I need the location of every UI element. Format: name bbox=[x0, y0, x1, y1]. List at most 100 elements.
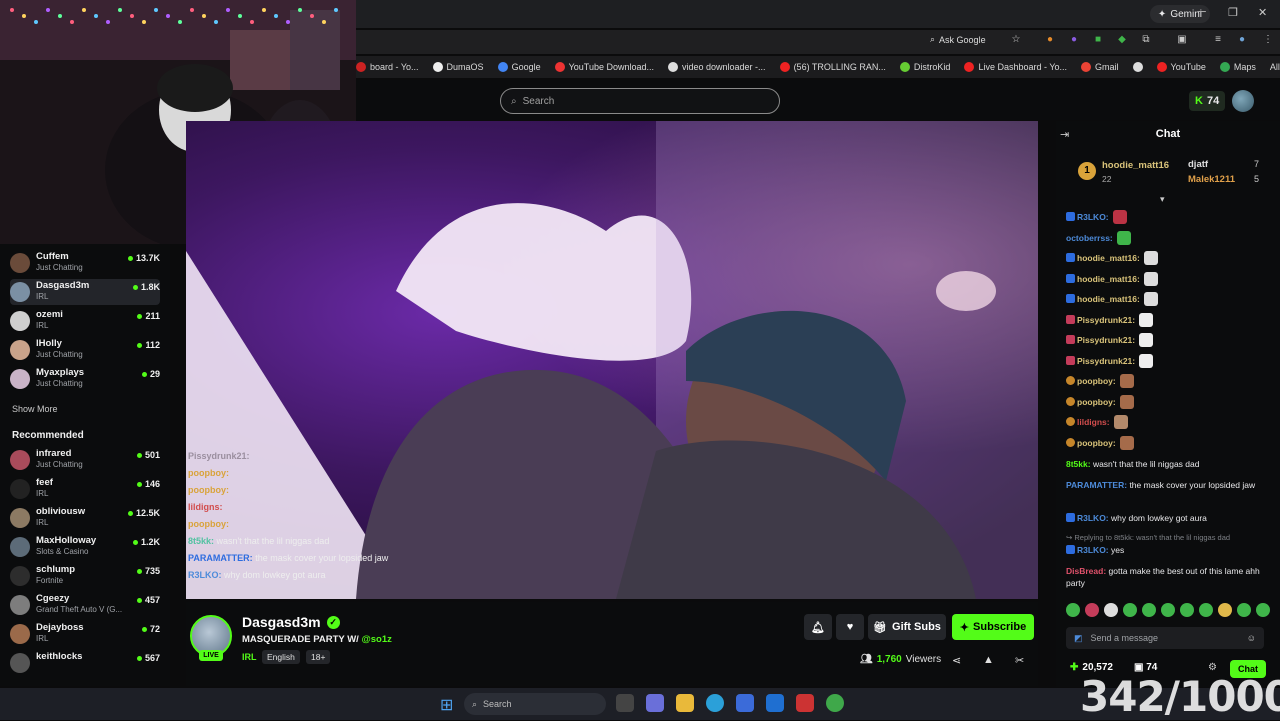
sidebar-channel-lholly[interactable]: lHolly Just Chatting 112 bbox=[10, 337, 160, 363]
chat-message[interactable]: R3LKO: yes bbox=[1066, 544, 1272, 556]
extension-icon[interactable]: ◆ bbox=[1116, 34, 1128, 46]
outlook-icon[interactable] bbox=[766, 694, 784, 712]
report-icon[interactable]: ▲ bbox=[983, 654, 994, 666]
bookmark-item[interactable]: board - Yo... bbox=[356, 62, 419, 72]
show-more-link[interactable]: Show More bbox=[12, 404, 58, 414]
chat-username[interactable]: hoodie_matt16: bbox=[1077, 274, 1140, 284]
chat-username[interactable]: DisBread: bbox=[1066, 566, 1106, 576]
emoji-icon[interactable]: ☺ bbox=[1247, 633, 1256, 643]
tag-language[interactable]: English bbox=[262, 650, 300, 664]
sidebar-channel-myaxplays[interactable]: Myaxplays Just Chatting 29 bbox=[10, 366, 160, 392]
chat-message[interactable]: R3LKO: why dom lowkey got aura bbox=[1066, 512, 1272, 524]
chat-message[interactable]: Pissydrunk21: bbox=[1066, 333, 1272, 347]
leader-name[interactable]: Malek1211 bbox=[1188, 174, 1235, 185]
taskbar-search[interactable]: ⌕ Search bbox=[464, 693, 606, 715]
emote-icon[interactable] bbox=[1104, 603, 1118, 617]
bookmark-item[interactable]: DumaOS bbox=[432, 62, 484, 72]
emote-icon[interactable] bbox=[1199, 603, 1213, 617]
sidebar-channel-infrared[interactable]: infrared Just Chatting 501 bbox=[10, 447, 160, 473]
chat-username[interactable]: octoberrss: bbox=[1066, 233, 1113, 243]
sidebar-channel-maxholloway[interactable]: MaxHolloway Slots & Casino 1.2K bbox=[10, 534, 160, 560]
extension-icon[interactable]: ● bbox=[1044, 34, 1056, 46]
chat-message[interactable]: R3LKO: bbox=[1066, 210, 1272, 224]
windows-start-icon[interactable]: ⊞ bbox=[440, 695, 453, 715]
chat-message[interactable]: lildigns: bbox=[1066, 415, 1272, 429]
chat-message[interactable]: octoberrss: bbox=[1066, 231, 1272, 245]
sidebar-channel-cuffem[interactable]: Cuffem Just Chatting 13.7K bbox=[10, 250, 160, 276]
maximize-icon[interactable]: ❐ bbox=[1228, 6, 1238, 19]
emote-icon[interactable] bbox=[1161, 603, 1175, 617]
puzzle-icon[interactable]: ⧉ bbox=[1140, 34, 1152, 46]
tag-mature[interactable]: 18+ bbox=[306, 650, 331, 664]
sidebar-channel-obliviousw[interactable]: obliviousw IRL 12.5K bbox=[10, 505, 160, 531]
close-icon[interactable]: ✕ bbox=[1258, 6, 1267, 19]
profile-icon[interactable]: ● bbox=[1236, 34, 1248, 46]
chat-username[interactable]: hoodie_matt16: bbox=[1077, 294, 1140, 304]
sidepanel-icon[interactable]: ▣ bbox=[1176, 34, 1188, 46]
emote-icon[interactable] bbox=[1123, 603, 1137, 617]
notifications-button[interactable]: 🔔︎ bbox=[804, 614, 832, 640]
follow-button[interactable]: ♥ bbox=[836, 614, 864, 640]
sidebar-channel-schlump[interactable]: schlump Fortnite 735 bbox=[10, 563, 160, 589]
more-icon[interactable]: ⋮ bbox=[1262, 34, 1274, 46]
emote-icon[interactable] bbox=[1237, 603, 1251, 617]
emote-icon[interactable] bbox=[1066, 603, 1080, 617]
chat-username[interactable]: poopboy: bbox=[1077, 438, 1116, 448]
sidebar-channel-feef[interactable]: feef IRL 146 bbox=[10, 476, 160, 502]
chat-username[interactable]: hoodie_matt16: bbox=[1077, 253, 1140, 263]
sidebar-channel-keithlocks[interactable]: keithlocks 567 bbox=[10, 650, 160, 676]
star-icon[interactable]: ☆ bbox=[1010, 34, 1022, 46]
chat-message[interactable]: DisBread: gotta make the best out of thi… bbox=[1066, 565, 1272, 589]
bookmark-item[interactable]: Google bbox=[497, 62, 541, 72]
chat-username[interactable]: PARAMATTER: bbox=[1066, 480, 1127, 490]
bookmark-item[interactable]: YouTube bbox=[1156, 62, 1206, 72]
subscribe-button[interactable]: ✦ Subscribe bbox=[952, 614, 1034, 640]
extension-icon[interactable]: ● bbox=[1068, 34, 1080, 46]
expand-leaderboard-icon[interactable]: ▾ bbox=[1160, 194, 1165, 205]
chat-message[interactable]: hoodie_matt16: bbox=[1066, 292, 1272, 306]
chrome-icon[interactable] bbox=[826, 694, 844, 712]
bookmark-item[interactable]: Live Dashboard - Yo... bbox=[964, 62, 1067, 72]
chat-username[interactable]: R3LKO: bbox=[1077, 513, 1109, 523]
bookmark-item[interactable]: (56) TROLLING RAN... bbox=[779, 62, 886, 72]
chat-message[interactable]: hoodie_matt16: bbox=[1066, 251, 1272, 265]
gift-subs-button[interactable]: 🎁︎ Gift Subs bbox=[868, 614, 946, 640]
edge-icon[interactable] bbox=[706, 694, 724, 712]
chat-username[interactable]: Pissydrunk21: bbox=[1077, 335, 1135, 345]
store-icon[interactable] bbox=[736, 694, 754, 712]
emote-icon[interactable] bbox=[1180, 603, 1194, 617]
emote-icon[interactable] bbox=[1142, 603, 1156, 617]
chat-message[interactable]: PARAMATTER: the mask cover your lopsided… bbox=[1066, 479, 1272, 491]
leader-name[interactable]: hoodie_matt16 bbox=[1102, 160, 1169, 171]
bookmark-item[interactable]: DistroKid bbox=[899, 62, 950, 72]
chat-username[interactable]: Pissydrunk21: bbox=[1077, 315, 1135, 325]
emote-icon[interactable] bbox=[1256, 603, 1270, 617]
minimize-icon[interactable]: ─ bbox=[1198, 6, 1206, 18]
chat-username[interactable]: R3LKO: bbox=[1077, 212, 1109, 222]
reply-icon[interactable]: ◩ bbox=[1074, 633, 1083, 644]
sidebar-channel-dasgasd3m[interactable]: Dasgasd3m IRL 1.8K bbox=[10, 279, 160, 305]
chat-username[interactable]: poopboy: bbox=[1077, 397, 1116, 407]
chat-message[interactable]: ↪ Replying to 8t5kk: wasn't that the lil… bbox=[1066, 531, 1272, 544]
chat-username[interactable]: 8t5kk: bbox=[1066, 459, 1091, 469]
sidebar-channel-cgeezy[interactable]: Cgeezy Grand Theft Auto V (G... 457 bbox=[10, 592, 160, 618]
sidebar-channel-ozemi[interactable]: ozemi IRL 211 bbox=[10, 308, 160, 334]
category-link[interactable]: IRL bbox=[242, 650, 257, 664]
leader-name[interactable]: djatf bbox=[1188, 159, 1208, 170]
chat-message-input[interactable]: ◩ Send a message ☺ bbox=[1066, 627, 1264, 649]
task-view-icon[interactable] bbox=[616, 694, 634, 712]
app-icon[interactable] bbox=[796, 694, 814, 712]
chat-message[interactable]: Pissydrunk21: bbox=[1066, 354, 1272, 368]
chat-username[interactable]: poopboy: bbox=[1077, 376, 1116, 386]
media-icon[interactable]: ≡ bbox=[1212, 34, 1224, 46]
stream-title-mention[interactable]: @so1z bbox=[361, 634, 391, 645]
chat-message[interactable]: Pissydrunk21: bbox=[1066, 313, 1272, 327]
kick-points-badge[interactable]: K 74 bbox=[1189, 91, 1226, 111]
share-icon[interactable]: ⋖ bbox=[952, 654, 961, 667]
bookmark-item[interactable]: Maps bbox=[1219, 62, 1256, 72]
copilot-icon[interactable] bbox=[646, 694, 664, 712]
bookmark-item[interactable]: YouTube Download... bbox=[554, 62, 654, 72]
sidebar-channel-dejayboss[interactable]: Dejayboss IRL 72 bbox=[10, 621, 160, 647]
bookmark-item[interactable]: Gmail bbox=[1081, 62, 1119, 72]
chat-message[interactable]: 8t5kk: wasn't that the lil niggas dad bbox=[1066, 458, 1272, 470]
